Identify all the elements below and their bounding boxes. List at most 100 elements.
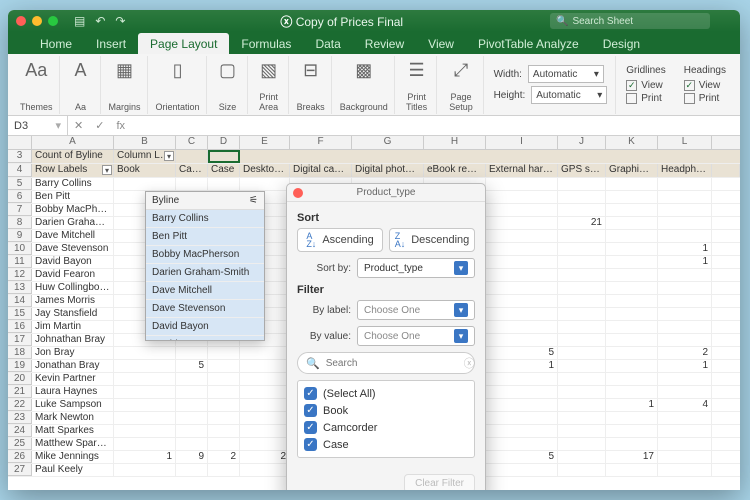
- col-header-A[interactable]: A: [32, 136, 114, 149]
- byline-option[interactable]: David Bayon: [146, 318, 264, 336]
- row-label[interactable]: David Bayon: [32, 256, 114, 268]
- width-select[interactable]: Automatic▾: [528, 65, 604, 83]
- cell[interactable]: [558, 399, 606, 411]
- cell[interactable]: [558, 425, 606, 437]
- row-label[interactable]: Matt Sparkes: [32, 425, 114, 437]
- cell[interactable]: [606, 334, 658, 346]
- size-button[interactable]: ▢Size: [209, 56, 248, 114]
- cell[interactable]: [606, 295, 658, 307]
- row-label[interactable]: Ben Pitt: [32, 191, 114, 203]
- col-header-K[interactable]: K: [606, 136, 658, 149]
- cell[interactable]: [606, 438, 658, 450]
- cell[interactable]: [486, 217, 558, 229]
- row-num[interactable]: 13: [8, 282, 32, 294]
- cell[interactable]: [658, 230, 712, 242]
- row-num[interactable]: 14: [8, 295, 32, 307]
- cell[interactable]: [606, 178, 658, 190]
- cell[interactable]: [240, 178, 290, 190]
- clear-search-icon[interactable]: ⓧ: [464, 355, 475, 371]
- print-titles-button[interactable]: ☰Print Titles: [397, 56, 438, 114]
- pivot-col-desktop-pc[interactable]: Desktop PC: [240, 164, 290, 177]
- col-header-J[interactable]: J: [558, 136, 606, 149]
- byline-option[interactable]: David Fearon: [146, 336, 264, 340]
- height-select[interactable]: Automatic▾: [531, 86, 607, 104]
- print-area-button[interactable]: ▧Print Area: [250, 56, 289, 114]
- tab-formulas[interactable]: Formulas: [229, 33, 303, 54]
- cell[interactable]: [606, 243, 658, 255]
- cell[interactable]: [558, 256, 606, 268]
- gridlines-print-check[interactable]: Print: [626, 93, 665, 104]
- row-num[interactable]: 5: [8, 178, 32, 190]
- cell[interactable]: [486, 191, 558, 203]
- cell[interactable]: [208, 438, 240, 450]
- cell[interactable]: [558, 412, 606, 424]
- cell[interactable]: [606, 256, 658, 268]
- cell[interactable]: [486, 412, 558, 424]
- filter-option[interactable]: ✓Book: [304, 402, 468, 419]
- cell[interactable]: [176, 373, 208, 385]
- minimize-window[interactable]: [32, 16, 42, 26]
- cell[interactable]: [208, 386, 240, 398]
- byline-option[interactable]: Bobby MacPherson: [146, 246, 264, 264]
- row-num[interactable]: 12: [8, 269, 32, 281]
- row-num[interactable]: 6: [8, 191, 32, 203]
- cell[interactable]: [658, 308, 712, 320]
- sort-descending-button[interactable]: ZA↓Descending: [389, 228, 475, 252]
- pivot-col-headphones[interactable]: Headphones: [658, 164, 712, 177]
- byline-list[interactable]: Barry CollinsBen PittBobby MacPhersonDar…: [146, 210, 264, 340]
- cell[interactable]: [606, 412, 658, 424]
- headings-view-check[interactable]: ✓View: [684, 80, 726, 91]
- cell[interactable]: [658, 373, 712, 385]
- cell[interactable]: [176, 464, 208, 476]
- row-label[interactable]: Dave Mitchell: [32, 230, 114, 242]
- cell[interactable]: [558, 386, 606, 398]
- row-label[interactable]: Kevin Partner: [32, 373, 114, 385]
- filter-option[interactable]: ✓Case: [304, 436, 468, 453]
- cell[interactable]: [486, 282, 558, 294]
- orientation-button[interactable]: ▯Orientation: [150, 56, 207, 114]
- row-num[interactable]: 26: [8, 451, 32, 463]
- enter-icon[interactable]: ✓: [89, 119, 110, 132]
- cell[interactable]: [486, 399, 558, 411]
- cell[interactable]: 1: [486, 360, 558, 372]
- col-header-H[interactable]: H: [424, 136, 486, 149]
- row-label[interactable]: Mike Jennings: [32, 451, 114, 463]
- row-label[interactable]: Luke Sampson: [32, 399, 114, 411]
- row-num[interactable]: 9: [8, 230, 32, 242]
- cell[interactable]: [486, 204, 558, 216]
- row-num[interactable]: 16: [8, 321, 32, 333]
- cell[interactable]: [208, 360, 240, 372]
- cell[interactable]: [208, 464, 240, 476]
- col-header-D[interactable]: D: [208, 136, 240, 149]
- cell[interactable]: [486, 243, 558, 255]
- cell[interactable]: [606, 308, 658, 320]
- filter-search[interactable]: 🔍ⓧ: [297, 352, 475, 374]
- margins-button[interactable]: ▦Margins: [103, 56, 148, 114]
- cell[interactable]: [486, 373, 558, 385]
- cell[interactable]: [114, 425, 176, 437]
- cell[interactable]: [240, 412, 290, 424]
- pivot-col-gps-system[interactable]: GPS system: [558, 164, 606, 177]
- cell[interactable]: [176, 425, 208, 437]
- cell[interactable]: [658, 191, 712, 203]
- cell[interactable]: [558, 230, 606, 242]
- tab-design[interactable]: Design: [591, 33, 652, 54]
- close-window[interactable]: [16, 16, 26, 26]
- filter-option[interactable]: ✓Camcorder: [304, 419, 468, 436]
- row-num[interactable]: 22: [8, 399, 32, 411]
- byline-option[interactable]: Dave Mitchell: [146, 282, 264, 300]
- undo-icon[interactable]: ↶: [95, 14, 105, 28]
- cell[interactable]: [486, 295, 558, 307]
- cell[interactable]: [208, 178, 240, 190]
- cell[interactable]: 1: [658, 243, 712, 255]
- cell[interactable]: [486, 464, 558, 476]
- tab-home[interactable]: Home: [28, 33, 84, 54]
- byline-filter-icon[interactable]: ⚟: [249, 195, 258, 206]
- row-labels-cell[interactable]: Row Labels▾: [32, 164, 114, 177]
- row-num[interactable]: 11: [8, 256, 32, 268]
- col-header-E[interactable]: E: [240, 136, 290, 149]
- cell[interactable]: [658, 438, 712, 450]
- pivot-col-graphics-card[interactable]: Graphics card: [606, 164, 658, 177]
- tab-data[interactable]: Data: [303, 33, 352, 54]
- pivot-col-ebook-reader[interactable]: eBook reader: [424, 164, 486, 177]
